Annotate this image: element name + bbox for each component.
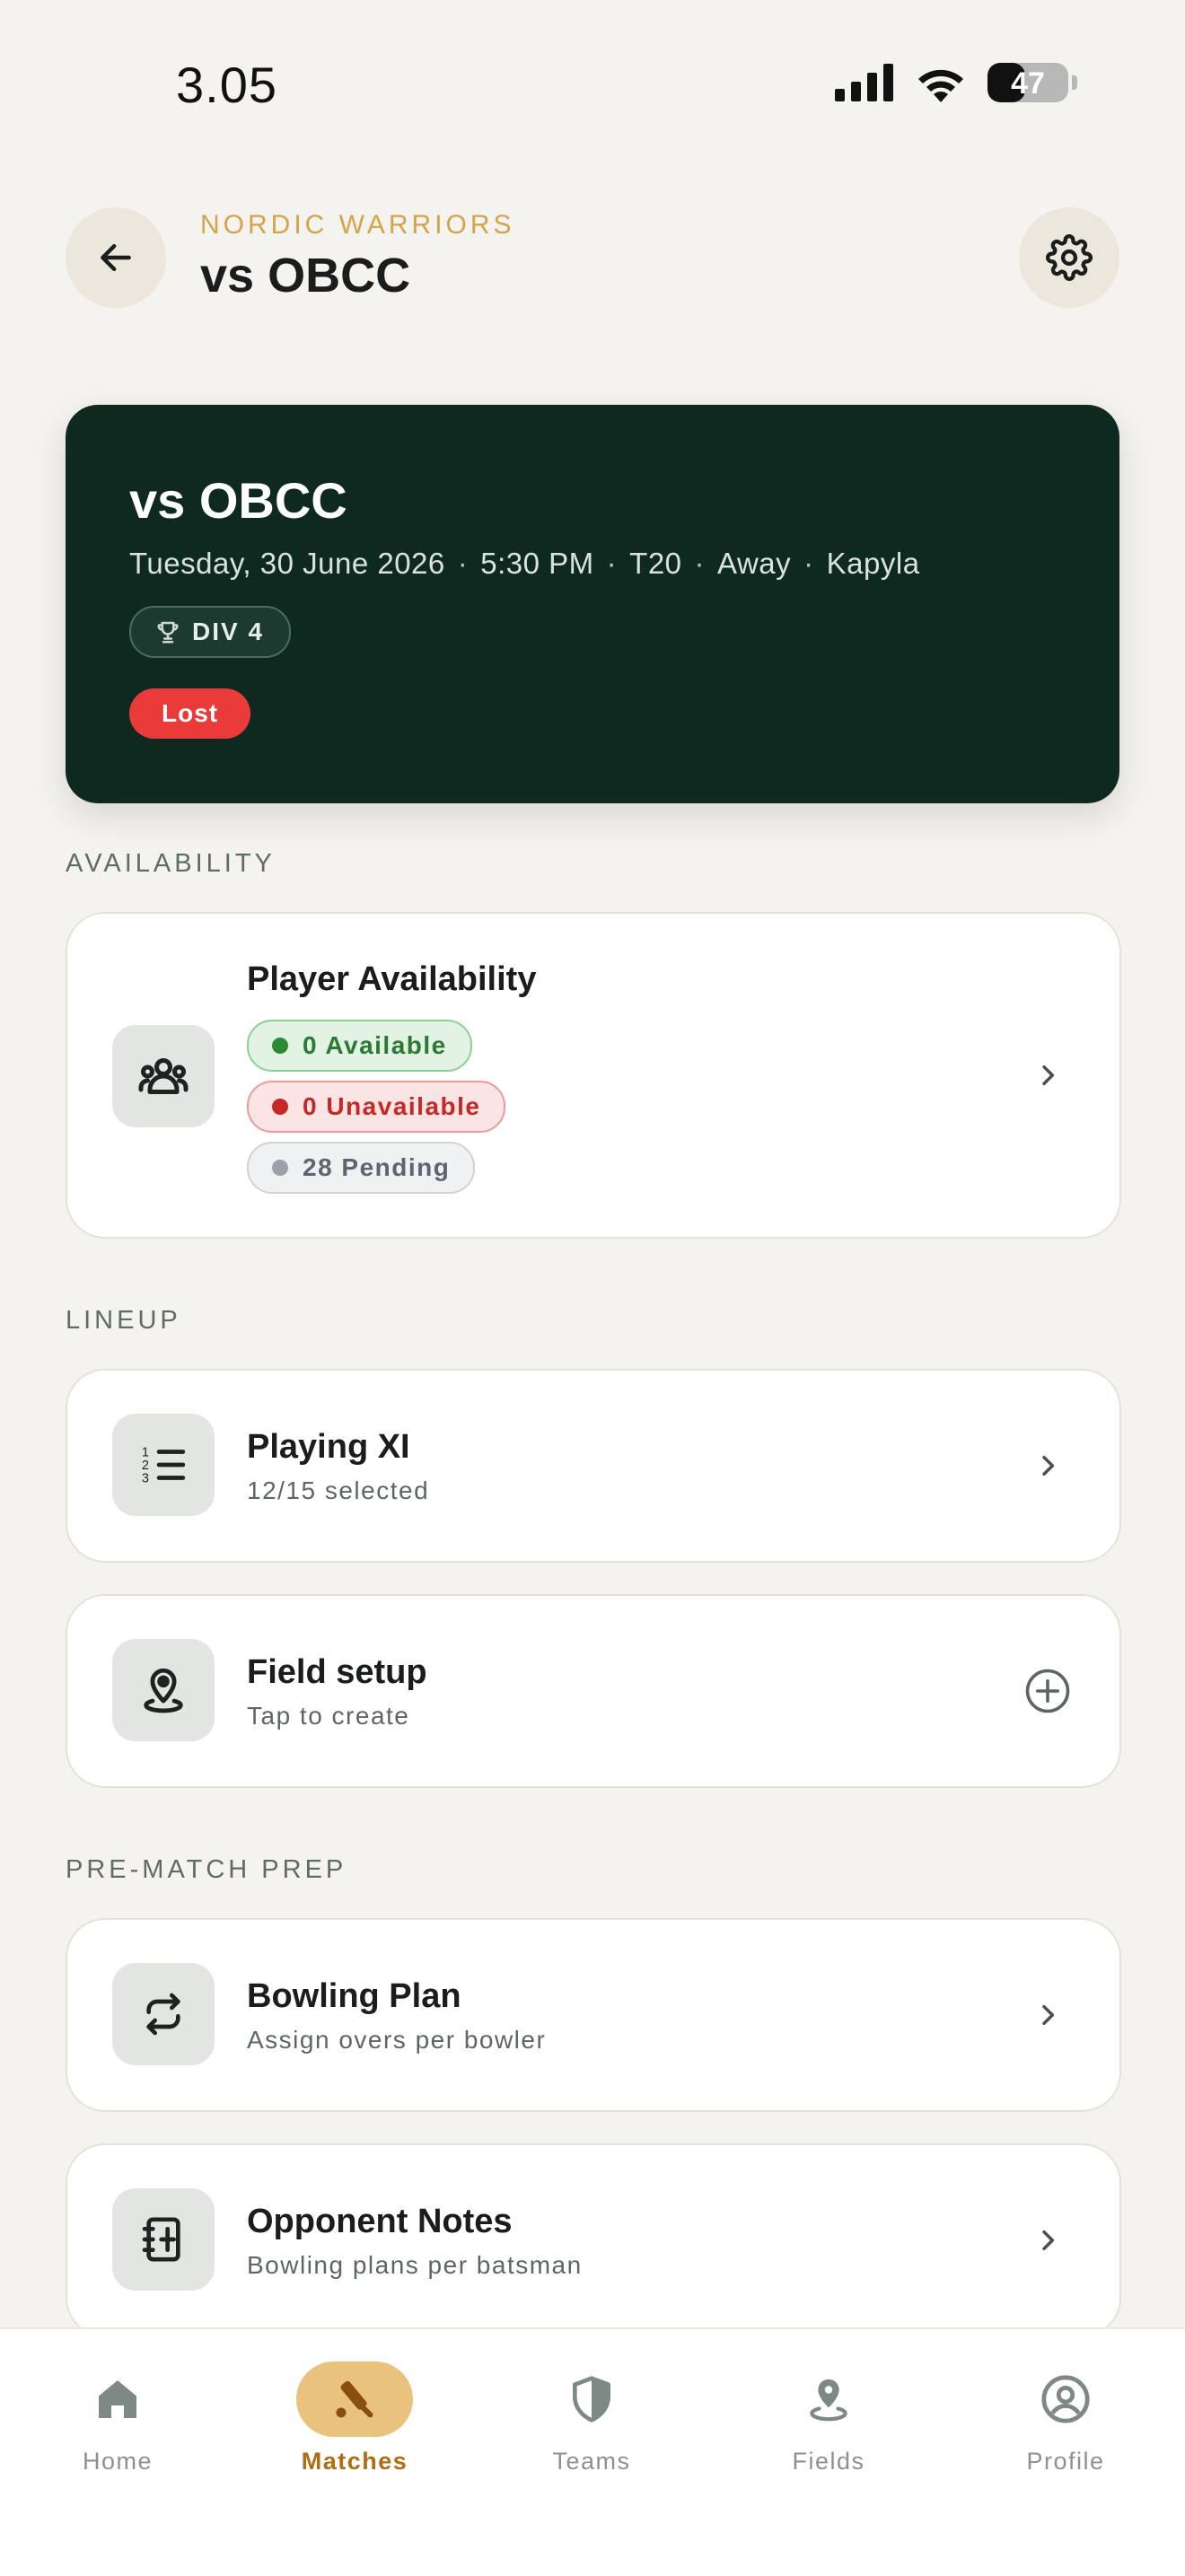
field-setup-card[interactable]: Field setup Tap to create (66, 1594, 1121, 1788)
battery-icon: 47 (988, 63, 1068, 102)
icon-box (112, 1639, 215, 1741)
result-badge: Lost (129, 688, 251, 739)
team-name: NORDIC WARRIORS (200, 210, 515, 240)
battery-level: 47 (1011, 66, 1045, 101)
map-pin-icon (144, 1668, 183, 1713)
card-title: Player Availability (247, 960, 537, 998)
chevron-right-icon (1030, 2222, 1066, 2258)
card-subtitle: Tap to create (247, 1702, 410, 1730)
nav-label: Profile (1026, 2448, 1105, 2475)
nav-label: Matches (301, 2448, 408, 2475)
playing-xi-card[interactable]: 1 2 3 Playing XI 12/15 selected (66, 1369, 1121, 1563)
gear-icon (1046, 234, 1093, 281)
pending-dot (272, 1160, 288, 1176)
meta-separator: · (457, 547, 469, 580)
unavailable-label: 0 Unavailable (303, 1092, 481, 1120)
card-title: Opponent Notes (247, 2203, 513, 2240)
team-icon (138, 1058, 189, 1094)
home-icon (59, 2361, 176, 2437)
trophy-icon (157, 621, 179, 644)
arrow-left-icon (101, 243, 131, 272)
nav-item-profile[interactable]: Profile (976, 2361, 1155, 2475)
back-button[interactable] (66, 207, 166, 308)
match-date: Tuesday, 30 June 2026 (129, 547, 445, 580)
unavailable-count-pill: 0 Unavailable (247, 1081, 506, 1133)
user-circle-icon (1007, 2361, 1124, 2437)
available-label: 0 Available (303, 1031, 447, 1059)
status-icons: 47 (835, 63, 1077, 102)
card-title: Playing XI (247, 1428, 410, 1466)
nav-label: Home (82, 2448, 154, 2475)
match-location: Kapyla (826, 547, 920, 580)
pending-label: 28 Pending (303, 1153, 451, 1181)
division-chip: DIV 4 (129, 606, 292, 658)
nav-item-home[interactable]: Home (28, 2361, 207, 2475)
available-dot (272, 1038, 288, 1054)
bowling-plan-card[interactable]: Bowling Plan Assign overs per bowler (66, 1918, 1121, 2112)
chevron-right-icon (1030, 1448, 1066, 1484)
pending-count-pill: 28 Pending (247, 1142, 476, 1194)
chevron-right-icon (1030, 1997, 1066, 2033)
bottom-nav: Home Matches Teams Fields Profile (0, 2327, 1185, 2576)
match-meta: Tuesday, 30 June 2026 · 5:30 PM · T20 · Away · K… (129, 547, 920, 581)
section-label-lineup: LINEUP (66, 1306, 181, 1335)
numbered-list-icon: 1 2 3 (142, 1445, 186, 1485)
notebook-icon (142, 2217, 180, 2262)
meta-separator: · (606, 547, 618, 580)
match-time: 5:30 PM (480, 547, 594, 580)
match-format: T20 (629, 547, 682, 580)
player-availability-card[interactable]: Player Availability 0 Available 0 Unavai… (66, 912, 1121, 1239)
card-subtitle: 12/15 selected (247, 1476, 430, 1504)
svg-text:3: 3 (142, 1471, 149, 1485)
nav-item-fields[interactable]: Fields (739, 2361, 918, 2475)
cellular-signal-icon (835, 64, 893, 101)
chevron-right-icon (1030, 1057, 1066, 1093)
available-count-pill: 0 Available (247, 1020, 472, 1072)
section-label-availability: AVAILABILITY (66, 849, 276, 878)
section-label-prep: PRE-MATCH PREP (66, 1855, 347, 1884)
nav-item-teams[interactable]: Teams (502, 2361, 681, 2475)
division-label: DIV 4 (192, 618, 265, 645)
card-title: Field setup (247, 1653, 427, 1691)
wifi-icon (918, 69, 963, 102)
unavailable-dot (272, 1099, 288, 1115)
nav-label: Teams (552, 2448, 631, 2475)
icon-box (112, 1025, 215, 1127)
opponent-notes-card[interactable]: Opponent Notes Bowling plans per batsman (66, 2143, 1121, 2337)
card-subtitle: Bowling plans per batsman (247, 2251, 583, 2279)
card-subtitle: Assign overs per bowler (247, 2026, 547, 2054)
match-hero-card: vs OBCC Tuesday, 30 June 2026 · 5:30 PM · T2… (66, 405, 1119, 803)
map-pin-icon (770, 2361, 887, 2437)
settings-button[interactable] (1019, 207, 1119, 308)
icon-box (112, 1963, 215, 2065)
nav-item-matches[interactable]: Matches (265, 2361, 444, 2475)
swap-arrows-icon (146, 1993, 180, 2036)
status-time: 3.05 (176, 57, 277, 113)
page-title: vs OBCC (200, 249, 411, 302)
plus-circle-icon[interactable] (1023, 1666, 1073, 1716)
meta-separator: · (694, 547, 706, 580)
shield-icon (533, 2361, 650, 2437)
match-venue-type: Away (717, 547, 792, 580)
cricket-bat-icon (296, 2361, 413, 2437)
battery-cap (1072, 75, 1077, 90)
icon-box (112, 2188, 215, 2291)
meta-separator: · (803, 547, 814, 580)
icon-box: 1 2 3 (112, 1414, 215, 1516)
card-title: Bowling Plan (247, 1977, 461, 2015)
nav-label: Fields (792, 2448, 865, 2475)
match-title: vs OBCC (129, 472, 347, 529)
